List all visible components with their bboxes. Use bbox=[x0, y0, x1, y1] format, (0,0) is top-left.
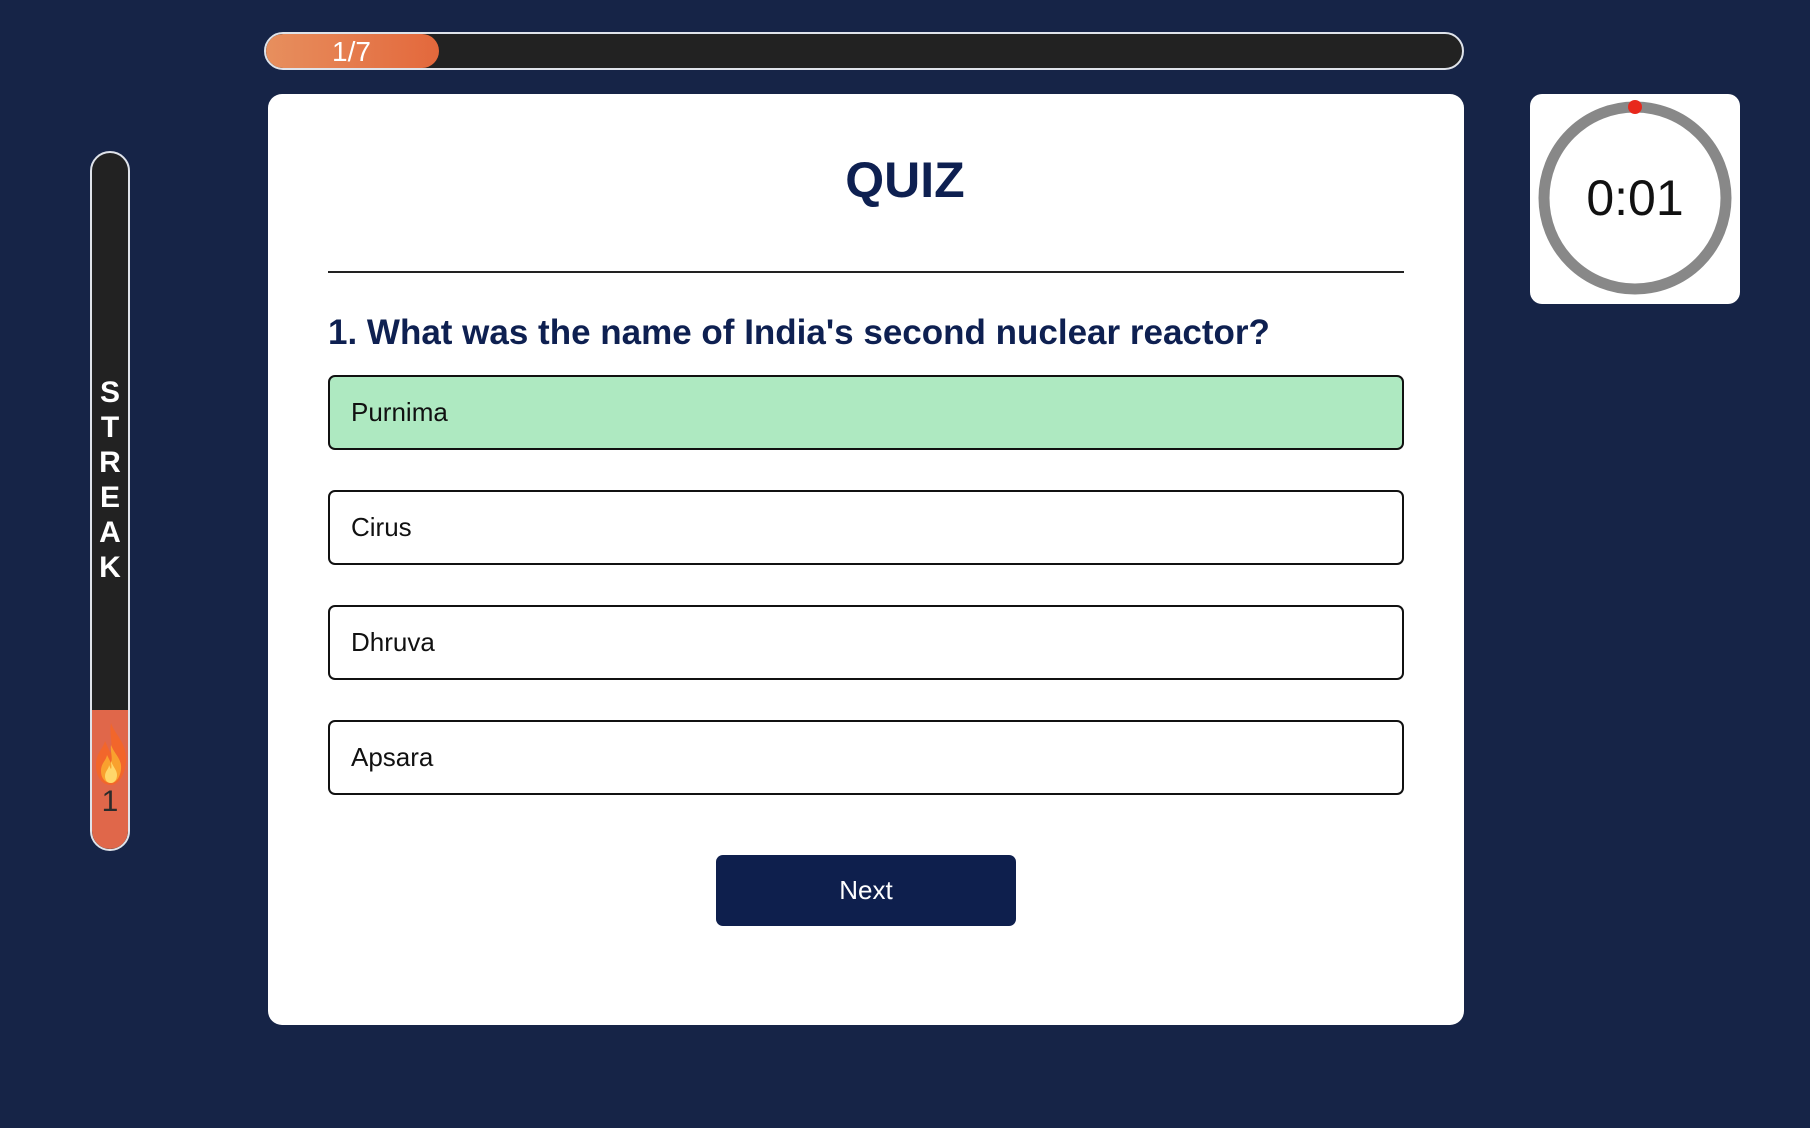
answer-option-label: Purnima bbox=[351, 397, 448, 427]
answer-option-cirus[interactable]: Cirus bbox=[328, 490, 1404, 565]
quiz-page: 1/7 S T R E A K 1 QUIZ 1. What was the n… bbox=[0, 0, 1810, 1128]
answer-option-label: Dhruva bbox=[351, 627, 435, 657]
streak-letter: T bbox=[100, 411, 120, 444]
streak-letter: A bbox=[99, 516, 121, 549]
streak-letter: K bbox=[99, 551, 121, 584]
progress-label: 1/7 bbox=[332, 36, 371, 67]
answer-option-label: Cirus bbox=[351, 512, 412, 542]
timer: 0:01 bbox=[1530, 94, 1740, 304]
answer-option-dhruva[interactable]: Dhruva bbox=[328, 605, 1404, 680]
next-button[interactable]: Next bbox=[716, 855, 1016, 926]
timer-marker-icon bbox=[1628, 100, 1642, 114]
answer-option-apsara[interactable]: Apsara bbox=[328, 720, 1404, 795]
progress-bar: 1/7 bbox=[264, 32, 1464, 70]
streak-meter: S T R E A K 1 bbox=[90, 151, 130, 851]
answer-option-label: Apsara bbox=[351, 742, 434, 772]
flame-icon bbox=[96, 723, 127, 785]
streak-letter: E bbox=[99, 481, 120, 514]
answer-option-purnima[interactable]: Purnima bbox=[328, 375, 1404, 450]
streak-letter: S bbox=[99, 376, 120, 409]
streak-letter: R bbox=[99, 446, 121, 479]
streak-count: 1 bbox=[101, 785, 119, 818]
question-text: 1. What was the name of India's second n… bbox=[328, 313, 1270, 352]
title-divider bbox=[328, 271, 1404, 273]
timer-display: 0:01 bbox=[1586, 170, 1684, 226]
streak-title: S T R E A K bbox=[92, 375, 128, 585]
